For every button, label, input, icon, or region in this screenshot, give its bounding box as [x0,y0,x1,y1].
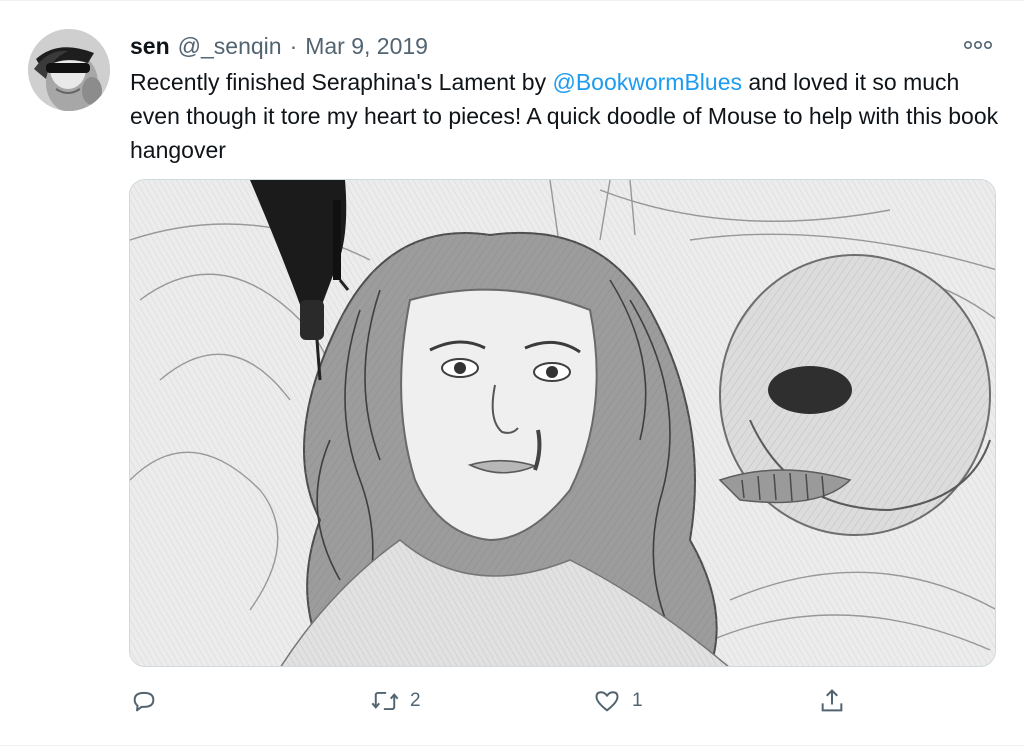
author-name[interactable]: sen [130,33,170,60]
avatar[interactable] [28,29,110,111]
more-options-icon[interactable] [960,35,996,55]
tweet-text-before: Recently finished Seraphina's Lament by [130,69,553,95]
sketch-drawing [130,180,995,666]
separator-dot: · [289,32,298,59]
tweet-media-image[interactable] [129,179,996,667]
tweet-card: sen @_senqin · Mar 9, 2019 Recently fini… [0,0,1024,746]
retweet-button[interactable]: 2 [370,681,421,721]
heart-icon [592,687,622,715]
retweet-count: 2 [410,690,421,711]
share-button[interactable] [818,681,846,721]
avatar-image [28,29,110,111]
like-button[interactable]: 1 [592,681,643,721]
tweet-header: sen @_senqin · Mar 9, 2019 [130,31,428,61]
tweet-actions: 2 1 [130,681,860,721]
tweet-text: Recently finished Seraphina's Lament by … [130,65,1000,167]
mention-link[interactable]: @BookwormBlues [552,69,742,95]
author-handle[interactable]: @_senqin [178,33,282,60]
reply-button[interactable] [130,681,168,721]
reply-icon [130,687,158,715]
share-icon [818,687,846,715]
tweet-date[interactable]: Mar 9, 2019 [305,33,428,60]
like-count: 1 [632,690,643,711]
skull-sketch [718,254,991,536]
retweet-icon [370,687,400,715]
